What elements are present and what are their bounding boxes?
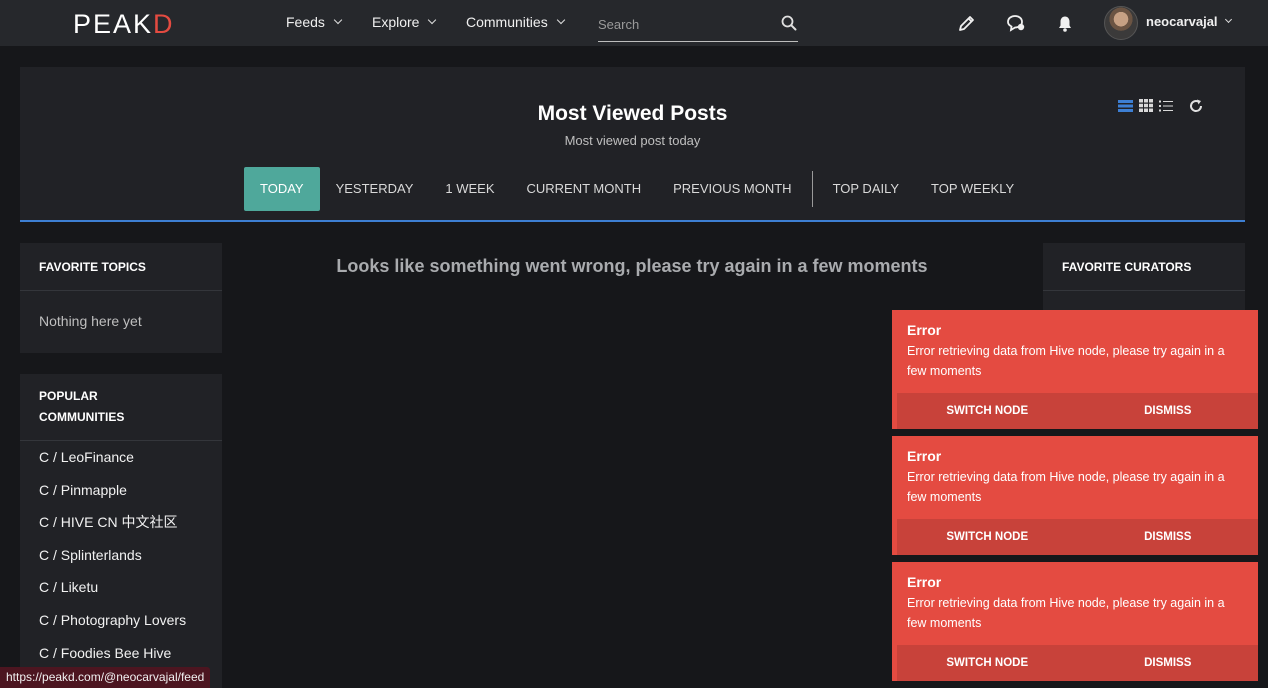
dismiss-button[interactable]: DISMISS <box>1078 393 1259 429</box>
error-toast: Error Error retrieving data from Hive no… <box>892 562 1258 681</box>
user-menu[interactable]: neocarvajal <box>1146 14 1232 29</box>
switch-node-button[interactable]: SWITCH NODE <box>897 393 1078 429</box>
tab-yesterday[interactable]: YESTERDAY <box>320 167 430 211</box>
chevron-down-icon <box>556 15 565 25</box>
toast-actions: SWITCH NODE DISMISS <box>897 645 1258 681</box>
tab-top-weekly[interactable]: TOP WEEKLY <box>915 167 1030 211</box>
chevron-down-icon <box>428 15 437 25</box>
popular-communities-panel: POPULAR COMMUNITIES C / LeoFinance C / P… <box>20 374 222 688</box>
grid-view-icon[interactable] <box>1139 99 1153 112</box>
feed-error-message: Looks like something went wrong, please … <box>336 256 928 276</box>
search-input[interactable] <box>598 14 773 34</box>
community-link[interactable]: C / Photography Lovers <box>20 604 222 637</box>
community-link[interactable]: C / Foodies Bee Hive <box>20 637 222 670</box>
favorite-topics-empty: Nothing here yet <box>39 313 142 329</box>
time-filter-tabs: TODAY YESTERDAY 1 WEEK CURRENT MONTH PRE… <box>244 167 1030 211</box>
search-box <box>598 8 798 42</box>
user-avatar[interactable] <box>1104 6 1138 40</box>
nav-communities-label: Communities <box>466 14 548 30</box>
chat-icon[interactable] <box>1005 12 1027 34</box>
tab-today[interactable]: TODAY <box>244 167 320 211</box>
tab-top-daily[interactable]: TOP DAILY <box>817 167 915 211</box>
toast-title: Error <box>907 448 942 464</box>
error-toast: Error Error retrieving data from Hive no… <box>892 436 1258 555</box>
nav-feeds-menu[interactable]: Feeds <box>286 14 343 30</box>
dismiss-button[interactable]: DISMISS <box>1078 519 1259 555</box>
toast-title: Error <box>907 322 942 338</box>
popular-communities-title-line2: COMMUNITIES <box>39 410 125 424</box>
nav-feeds-label: Feeds <box>286 14 325 30</box>
bell-icon[interactable] <box>1054 12 1076 34</box>
search-icon[interactable] <box>780 14 798 32</box>
favorite-topics-title: FAVORITE TOPICS <box>20 243 222 291</box>
list-view-icon[interactable] <box>1118 99 1133 112</box>
tab-divider <box>811 171 813 207</box>
switch-node-button[interactable]: SWITCH NODE <box>897 645 1078 681</box>
tab-1-week[interactable]: 1 WEEK <box>429 167 510 211</box>
community-link[interactable]: C / LeoFinance <box>20 441 222 474</box>
peakd-logo[interactable]: PEAKD <box>73 9 175 40</box>
nav-explore-label: Explore <box>372 14 420 30</box>
favorite-topics-panel: FAVORITE TOPICS Nothing here yet <box>20 243 222 353</box>
link-status-bar: https://peakd.com/@neocarvajal/feed <box>0 667 211 688</box>
chevron-down-icon <box>1224 15 1232 24</box>
chevron-down-icon <box>333 15 343 25</box>
nav-communities-menu[interactable]: Communities <box>466 14 565 30</box>
popular-communities-title: POPULAR COMMUNITIES <box>20 374 222 441</box>
page-subtitle: Most viewed post today <box>564 133 701 148</box>
tab-previous-month[interactable]: PREVIOUS MONTH <box>657 167 807 211</box>
popular-communities-title-line1: POPULAR <box>39 389 98 403</box>
tab-current-month[interactable]: CURRENT MONTH <box>511 167 658 211</box>
dismiss-button[interactable]: DISMISS <box>1078 645 1259 681</box>
community-link[interactable]: C / Liketu <box>20 571 222 604</box>
page-title: Most Viewed Posts <box>537 102 728 125</box>
error-toast: Error Error retrieving data from Hive no… <box>892 310 1258 429</box>
header-panel: Most Viewed Posts Most viewed post today… <box>20 67 1245 222</box>
favorite-curators-title: FAVORITE CURATORS <box>1043 243 1245 291</box>
refresh-icon[interactable] <box>1188 98 1204 114</box>
view-mode-switcher <box>1118 99 1173 112</box>
username-label: neocarvajal <box>1146 14 1218 29</box>
compact-view-icon[interactable] <box>1159 100 1173 112</box>
toast-actions: SWITCH NODE DISMISS <box>897 393 1258 429</box>
toast-message: Error retrieving data from Hive node, pl… <box>907 596 1225 630</box>
nav-explore-menu[interactable]: Explore <box>372 14 437 30</box>
toast-actions: SWITCH NODE DISMISS <box>897 519 1258 555</box>
community-link[interactable]: C / Pinmapple <box>20 474 222 507</box>
switch-node-button[interactable]: SWITCH NODE <box>897 519 1078 555</box>
toast-message: Error retrieving data from Hive node, pl… <box>907 344 1225 378</box>
toast-title: Error <box>907 574 942 590</box>
top-navbar: PEAKD Feeds Explore Communities neocarva… <box>0 0 1268 46</box>
community-link[interactable]: C / Splinterlands <box>20 539 222 572</box>
community-link[interactable]: C / HIVE CN 中文社区 <box>20 506 222 539</box>
pencil-icon[interactable] <box>956 12 978 34</box>
toast-message: Error retrieving data from Hive node, pl… <box>907 470 1225 504</box>
